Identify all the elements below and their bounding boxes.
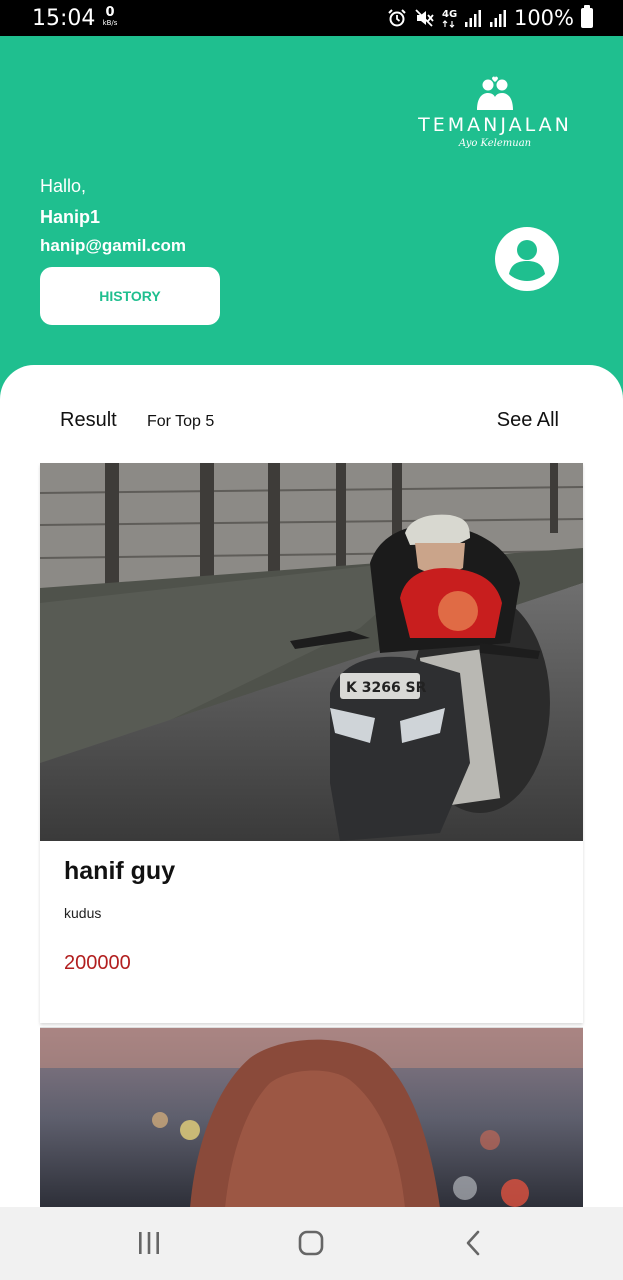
card-photo: K 3266 SR xyxy=(40,463,583,841)
signal-icon xyxy=(464,10,481,27)
network-speed-unit: kB/s xyxy=(102,19,118,27)
network-speed-value: 0 xyxy=(105,5,115,20)
home-button[interactable] xyxy=(291,1227,331,1259)
network-speed: 0 kB/s xyxy=(100,6,120,27)
results-subtitle: For Top 5 xyxy=(147,413,215,430)
mute-icon xyxy=(415,9,434,27)
greeting-text: Hallo, xyxy=(40,176,87,196)
recent-apps-button[interactable] xyxy=(129,1227,169,1259)
home-icon xyxy=(298,1230,324,1256)
4g-icon: 4G xyxy=(442,9,457,28)
logo-tagline: Ayo Kelemuan xyxy=(458,138,532,149)
user-icon[interactable] xyxy=(494,226,560,292)
signal-icon xyxy=(489,10,506,27)
app-logo: TEMANJALAN Ayo Kelemuan xyxy=(405,76,585,186)
couple-icon xyxy=(477,76,513,110)
system-nav-bar xyxy=(0,1207,623,1280)
status-icons: 4G 100% xyxy=(387,4,593,32)
history-button[interactable]: HISTORY xyxy=(40,267,220,325)
back-icon xyxy=(466,1230,480,1256)
status-time: 15:04 xyxy=(32,6,96,31)
username-text: Hanip1 xyxy=(40,207,101,227)
see-all-link[interactable]: See All xyxy=(497,409,559,432)
card-name: hanif guy xyxy=(64,857,176,885)
card-location: kudus xyxy=(64,905,102,921)
recent-apps-icon xyxy=(139,1232,159,1254)
logo-title: TEMANJALAN xyxy=(418,114,572,136)
battery-icon xyxy=(581,5,593,28)
card-photo xyxy=(40,1028,583,1207)
result-card[interactable]: K 3266 SR hanif guy kudus 200000 xyxy=(40,463,583,1023)
email-text: hanip@gamil.com xyxy=(40,236,186,255)
svg-text:4G: 4G xyxy=(442,9,457,20)
back-button[interactable] xyxy=(453,1227,493,1259)
result-card[interactable] xyxy=(40,1027,583,1207)
battery-level: 100% xyxy=(513,6,574,30)
svg-text:K 3266 SR: K 3266 SR xyxy=(346,680,427,696)
results-title: Result xyxy=(60,409,117,431)
status-bar: 15:04 0 kB/s 4G 100% xyxy=(0,0,623,36)
results-panel: Result For Top 5 See All K 3266 SR hanif… xyxy=(0,365,623,1207)
card-price: 200000 xyxy=(64,952,131,974)
alarm-icon xyxy=(388,9,406,27)
profile-header: TEMANJALAN Ayo Kelemuan Hallo, Hanip1 ha… xyxy=(0,36,623,406)
